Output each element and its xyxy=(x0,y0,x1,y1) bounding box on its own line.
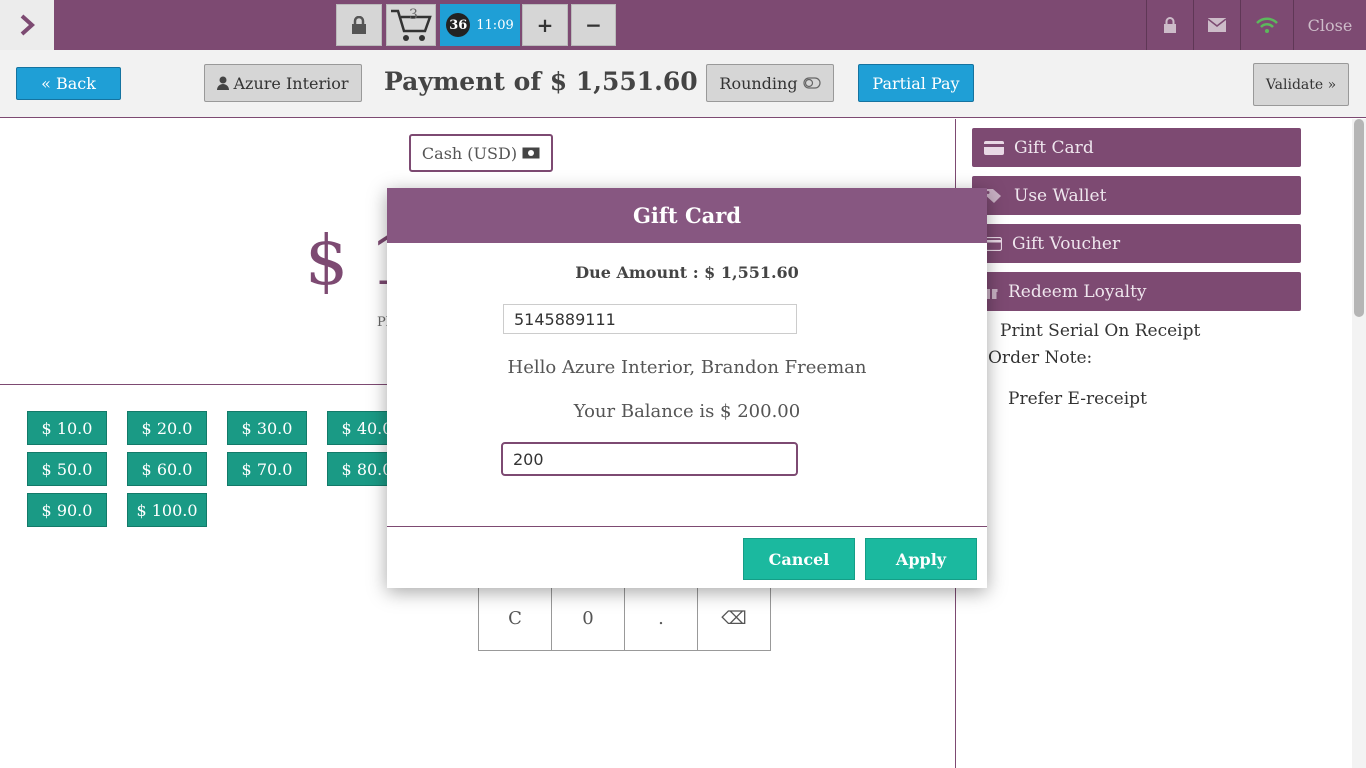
customer-greeting: Hello Azure Interior, Brandon Freeman xyxy=(507,357,867,378)
balance-text: Your Balance is $ 200.00 xyxy=(573,401,801,422)
apply-button[interactable]: Apply xyxy=(865,538,977,580)
dialog-footer-divider xyxy=(387,526,987,527)
cancel-button[interactable]: Cancel xyxy=(743,538,855,580)
dialog-title: Gift Card xyxy=(387,188,987,243)
gift-card-dialog: Gift Card Due Amount : $ 1,551.60 Hello … xyxy=(387,188,987,588)
card-number-input[interactable] xyxy=(503,304,797,334)
amount-input[interactable] xyxy=(501,442,798,476)
due-amount: Due Amount : $ 1,551.60 xyxy=(575,263,799,282)
